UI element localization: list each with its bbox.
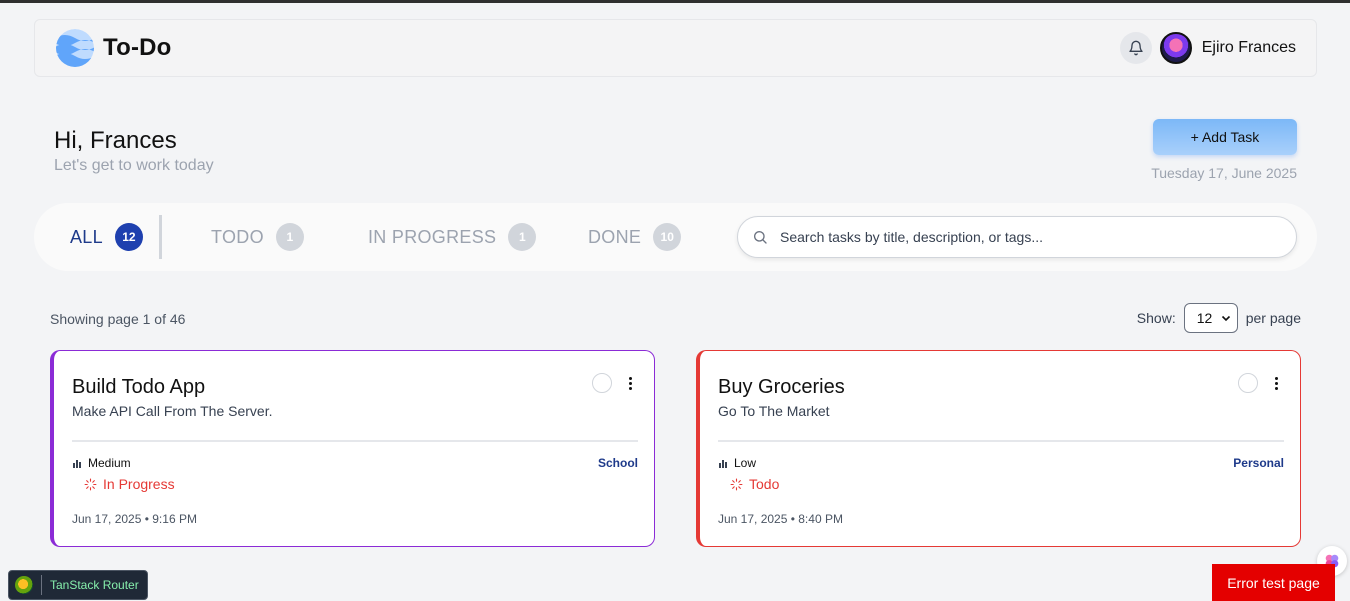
error-test-page-button[interactable]: Error test page xyxy=(1212,564,1335,601)
task-priority: Low xyxy=(718,456,756,470)
window-top-strip xyxy=(0,0,1350,3)
per-page-label: per page xyxy=(1245,310,1301,326)
search-input[interactable] xyxy=(780,229,1282,245)
brand[interactable]: To-Do xyxy=(55,28,172,68)
task-card[interactable]: Build Todo App Make API Call From The Se… xyxy=(50,350,655,547)
per-page-select[interactable]: 12 xyxy=(1183,303,1238,333)
tanstack-label: TanStack Router xyxy=(50,578,139,592)
tanstack-logo-icon xyxy=(15,576,33,594)
current-date: Tuesday 17, June 2025 xyxy=(1151,165,1297,181)
notifications-button[interactable] xyxy=(1119,32,1152,64)
tab-count-badge: 12 xyxy=(114,223,143,251)
task-card[interactable]: Buy Groceries Go To The Market Low Todo … xyxy=(696,350,1301,547)
bar-chart-icon xyxy=(73,460,81,468)
user-area: Ejiro Frances xyxy=(1119,32,1296,64)
add-task-button[interactable]: + Add Task xyxy=(1153,119,1297,155)
tab-count-badge: 10 xyxy=(653,223,682,251)
per-page-control: Show: 12 per page xyxy=(1137,303,1301,333)
task-tag[interactable]: School xyxy=(598,456,638,470)
user-avatar[interactable] xyxy=(1159,32,1192,64)
filter-bar: ALL 12 TODO 1 IN PROGRESS 1 DONE 10 xyxy=(34,203,1317,271)
app-header: To-Do Ejiro Frances xyxy=(34,19,1317,77)
tab-todo[interactable]: TODO 1 xyxy=(211,223,304,251)
bell-icon xyxy=(1129,40,1143,56)
tab-label: ALL xyxy=(70,226,103,247)
loader-icon xyxy=(84,478,97,490)
bar-chart-icon xyxy=(719,460,727,468)
priority-label: Medium xyxy=(88,456,131,470)
show-label: Show: xyxy=(1136,310,1176,326)
divider xyxy=(41,575,42,595)
task-priority: Medium xyxy=(72,456,131,470)
chevron-down-icon xyxy=(1221,315,1230,322)
task-tag[interactable]: Personal xyxy=(1233,456,1284,470)
tab-count-badge: 1 xyxy=(275,223,304,251)
tab-divider xyxy=(159,215,162,259)
tab-all[interactable]: ALL 12 xyxy=(70,223,143,251)
task-title: Buy Groceries xyxy=(718,376,845,398)
greeting-subtitle: Let's get to work today xyxy=(54,157,214,174)
task-actions xyxy=(1238,373,1280,393)
more-options-icon[interactable] xyxy=(626,376,634,390)
brand-name: To-Do xyxy=(103,34,172,61)
per-page-value: 12 xyxy=(1196,310,1213,326)
task-status: Todo xyxy=(730,476,779,492)
task-actions xyxy=(592,373,634,393)
task-status: In Progress xyxy=(84,476,175,492)
greeting: Hi, Frances Let's get to work today xyxy=(54,127,214,175)
user-name[interactable]: Ejiro Frances xyxy=(1202,39,1296,57)
loader-icon xyxy=(730,478,743,490)
status-label: Todo xyxy=(749,476,780,492)
task-description: Make API Call From The Server. xyxy=(72,403,273,419)
search-box xyxy=(737,216,1297,258)
task-timestamp: Jun 17, 2025 • 9:16 PM xyxy=(72,512,197,526)
tab-in-progress[interactable]: IN PROGRESS 1 xyxy=(368,223,537,251)
task-description: Go To The Market xyxy=(718,403,830,419)
priority-label: Low xyxy=(734,456,757,470)
greeting-title: Hi, Frances xyxy=(54,127,177,154)
more-options-icon[interactable] xyxy=(1272,376,1280,390)
tab-label: IN PROGRESS xyxy=(368,226,497,247)
paging-info: Showing page 1 of 46 xyxy=(50,311,186,327)
waves-logo-icon xyxy=(56,29,94,67)
card-divider xyxy=(718,440,1284,442)
tab-done[interactable]: DONE 10 xyxy=(588,223,682,251)
search-icon xyxy=(754,231,767,244)
status-label: In Progress xyxy=(103,476,175,492)
complete-checkbox[interactable] xyxy=(1238,373,1258,393)
tanstack-router-devtools-button[interactable]: TanStack Router xyxy=(8,570,148,600)
task-timestamp: Jun 17, 2025 • 8:40 PM xyxy=(718,512,843,526)
tab-count-badge: 1 xyxy=(508,223,537,251)
complete-checkbox[interactable] xyxy=(592,373,612,393)
tab-label: DONE xyxy=(588,226,642,247)
task-title: Build Todo App xyxy=(72,376,206,398)
tab-label: TODO xyxy=(211,226,264,247)
card-divider xyxy=(72,440,638,442)
